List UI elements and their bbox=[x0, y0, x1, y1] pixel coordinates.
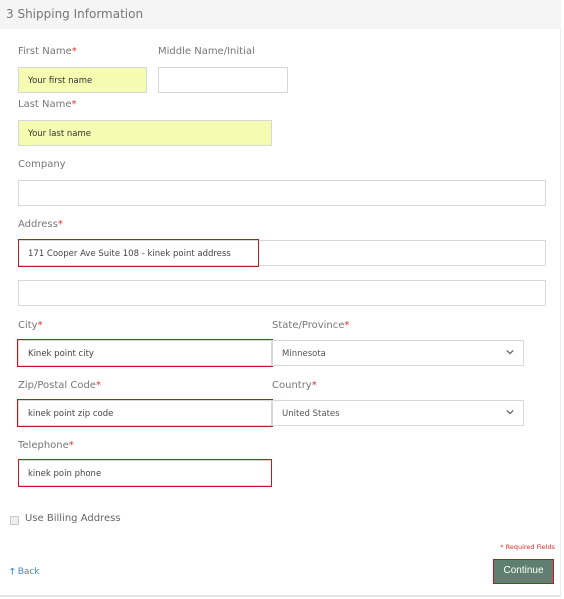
telephone-label: Telephone* bbox=[18, 440, 74, 451]
address-line1-input[interactable]: 171 Cooper Ave Suite 108 - kinek point a… bbox=[18, 240, 546, 266]
middle-name-label: Middle Name/Initial bbox=[158, 46, 255, 57]
zip-label: Zip/Postal Code* bbox=[18, 380, 101, 391]
section-title: 3 Shipping Information bbox=[6, 7, 144, 21]
back-link[interactable]: 🡑 Back bbox=[10, 564, 40, 580]
first-name-input[interactable]: Your first name bbox=[18, 67, 147, 93]
country-label: Country* bbox=[272, 380, 317, 391]
chevron-down-icon bbox=[506, 349, 514, 355]
address-label: Address* bbox=[18, 219, 63, 230]
use-billing-label[interactable]: Use Billing Address bbox=[25, 513, 121, 524]
required-marker: * bbox=[311, 380, 317, 391]
city-label: City* bbox=[18, 320, 43, 331]
city-input[interactable]: Kinek point city bbox=[18, 340, 272, 366]
state-label: State/Province* bbox=[272, 320, 350, 331]
required-marker: * bbox=[37, 320, 43, 331]
required-marker: * bbox=[68, 440, 74, 451]
address-line2-input[interactable] bbox=[18, 280, 546, 306]
middle-name-input[interactable] bbox=[158, 67, 288, 93]
required-marker: * bbox=[344, 320, 350, 331]
state-select[interactable]: Minnesota bbox=[272, 340, 524, 366]
company-input[interactable] bbox=[18, 180, 546, 206]
zip-input[interactable]: kinek point zip code bbox=[18, 400, 272, 426]
required-marker: * bbox=[71, 99, 77, 110]
required-marker: * bbox=[95, 380, 101, 391]
required-fields-note: * Required Fields bbox=[500, 543, 555, 551]
first-name-label: First Name* bbox=[18, 46, 77, 57]
section-header: 3 Shipping Information bbox=[0, 0, 561, 29]
last-name-label: Last Name* bbox=[18, 99, 77, 110]
required-marker: * bbox=[57, 219, 63, 230]
chevron-down-icon bbox=[506, 409, 514, 415]
telephone-input[interactable]: kinek poin phone bbox=[18, 460, 272, 486]
last-name-input[interactable]: Your last name bbox=[18, 120, 272, 146]
required-marker: * bbox=[71, 46, 77, 57]
country-select[interactable]: United States bbox=[272, 400, 524, 426]
company-label: Company bbox=[18, 159, 66, 170]
continue-button[interactable]: Continue bbox=[493, 559, 554, 584]
use-billing-checkbox[interactable] bbox=[10, 516, 19, 525]
arrow-up-icon: 🡑 bbox=[10, 567, 15, 577]
